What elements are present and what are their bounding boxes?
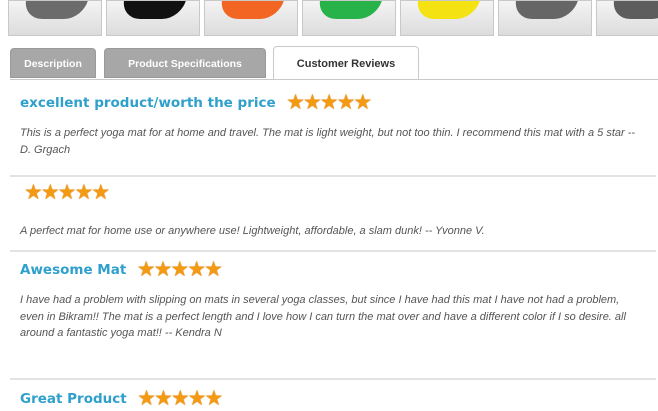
star-icon: ★ — [204, 258, 223, 281]
star-icon: ★ — [353, 91, 372, 114]
star-icon: ★ — [154, 387, 173, 410]
star-icon: ★ — [187, 387, 207, 410]
mat-swatch — [218, 1, 286, 19]
star-rating: ★★★★★ — [24, 180, 110, 205]
star-icon: ★ — [40, 181, 60, 204]
star-icon: ★ — [57, 181, 77, 204]
tab-divider — [10, 79, 658, 80]
black-mat-thumbnail[interactable] — [106, 0, 200, 36]
tab-description[interactable]: Description — [10, 48, 96, 78]
review-body: I have had a problem with slipping on ma… — [20, 294, 626, 339]
review-divider — [10, 175, 656, 177]
star-rating: ★★★★★ — [136, 257, 223, 282]
mat-swatch — [610, 1, 658, 19]
star-icon: ★ — [170, 258, 189, 281]
star-icon: ★ — [136, 258, 156, 281]
mat-swatch — [316, 1, 384, 19]
mat-swatch — [22, 1, 90, 19]
review-title: Awesome Mat — [20, 261, 127, 278]
tab-product-specifications[interactable]: Product Specifications — [104, 48, 266, 78]
yellow-mat-thumbnail[interactable] — [400, 0, 494, 36]
review-divider — [10, 378, 656, 380]
star-icon: ★ — [137, 387, 156, 410]
gray-mat-thumbnail[interactable] — [596, 0, 658, 36]
review-item: ★★★★★ A perfect mat for home use or anyw… — [20, 180, 658, 240]
review-body: This is a perfect yoga mat for at home a… — [20, 127, 636, 156]
star-icon: ★ — [336, 91, 356, 114]
mat-swatch — [414, 1, 482, 19]
gray-mat-thumbnail[interactable] — [8, 0, 102, 36]
star-rating: ★★★★★ — [286, 90, 372, 115]
review-item: Awesome Mat ★★★★★ I have had a problem w… — [20, 257, 656, 342]
review-item: Great Product ★★★★★ — [20, 386, 656, 411]
review-body: A perfect mat for home use or anywhere u… — [20, 225, 485, 237]
mat-swatch — [512, 1, 580, 19]
product-thumbnail-strip — [0, 0, 658, 38]
review-title: excellent product/worth the price — [20, 94, 276, 111]
star-icon: ★ — [319, 91, 339, 114]
orange-mat-thumbnail[interactable] — [204, 0, 298, 36]
star-icon: ★ — [187, 258, 206, 281]
tab-customer-reviews[interactable]: Customer Reviews — [273, 46, 419, 80]
star-icon: ★ — [153, 258, 173, 281]
star-icon: ★ — [170, 387, 190, 410]
mat-swatch — [120, 1, 188, 19]
star-icon: ★ — [91, 181, 110, 204]
star-icon: ★ — [74, 181, 93, 204]
green-mat-thumbnail[interactable] — [302, 0, 396, 36]
review-title: Great Product — [20, 390, 127, 407]
review-divider — [10, 250, 656, 252]
star-rating: ★★★★★ — [137, 386, 223, 411]
review-item: excellent product/worth the price ★★★★★ … — [20, 90, 656, 159]
product-tabs: Description Product Specifications Custo… — [10, 46, 650, 80]
star-icon: ★ — [302, 91, 322, 114]
star-icon: ★ — [24, 181, 43, 204]
star-icon: ★ — [204, 387, 223, 410]
star-icon: ★ — [286, 91, 305, 114]
gray-mat-thumbnail[interactable] — [498, 0, 592, 36]
